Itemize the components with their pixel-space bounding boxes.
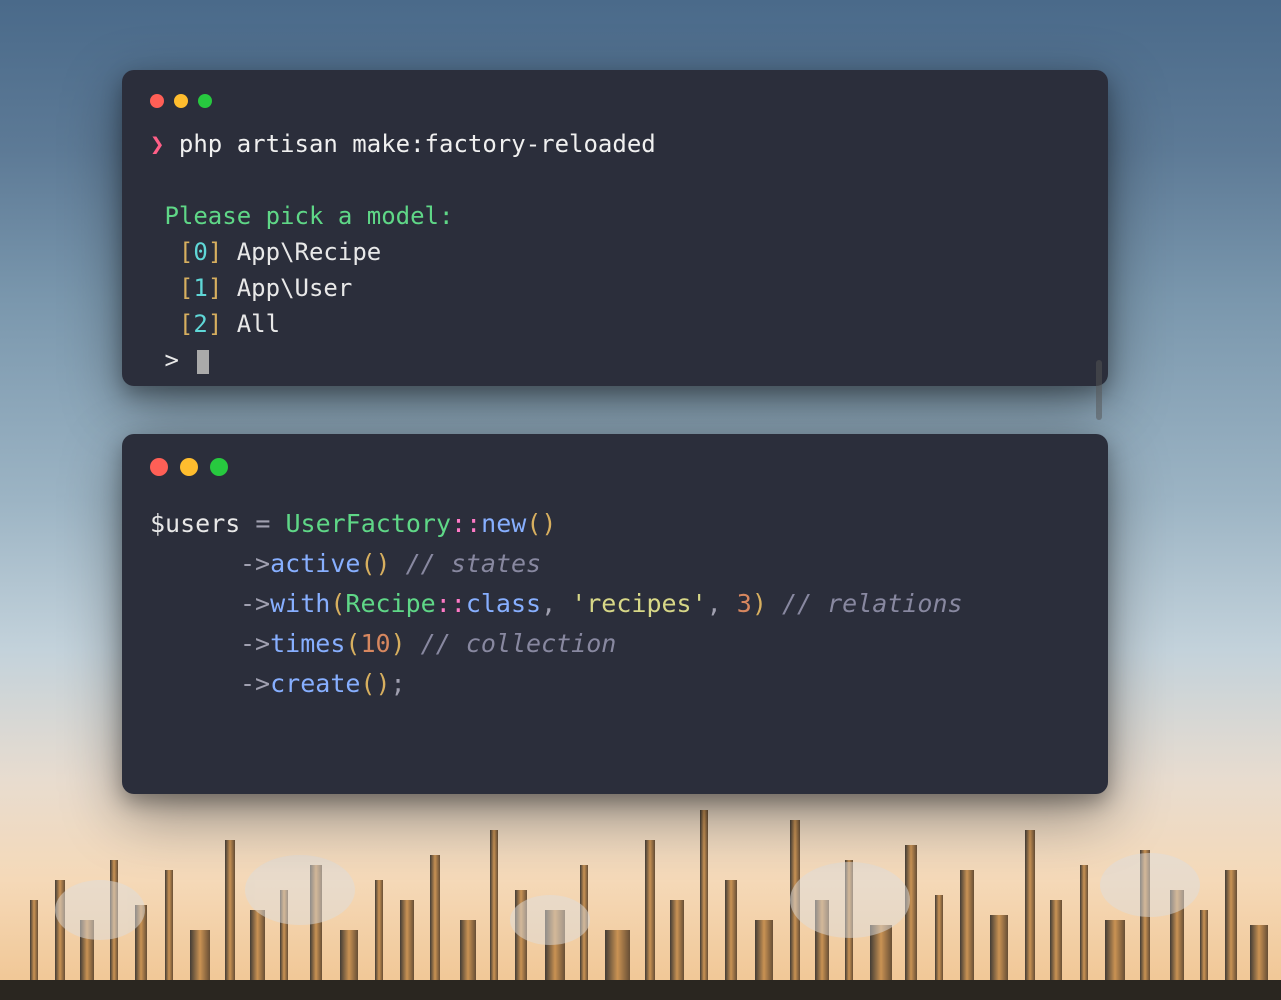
terminal-output[interactable]: ❯ php artisan make:factory-reloaded Plea…	[150, 126, 1080, 378]
model-option[interactable]: [1] App\User	[150, 270, 1080, 306]
scrollbar[interactable]	[1096, 360, 1102, 420]
command-text: php artisan make:factory-reloaded	[179, 130, 656, 158]
minimize-button[interactable]	[174, 94, 188, 108]
maximize-button[interactable]	[198, 94, 212, 108]
model-option[interactable]: [2] All	[150, 306, 1080, 342]
model-option[interactable]: [0] App\Recipe	[150, 234, 1080, 270]
cursor	[197, 350, 209, 374]
background-skyline	[0, 770, 1281, 1000]
code-line-2: ->active() // states	[150, 544, 1080, 584]
code-block[interactable]: $users = UserFactory::new() ->active() /…	[150, 504, 1080, 704]
terminal-window-code: $users = UserFactory::new() ->active() /…	[122, 434, 1108, 794]
prompt-symbol: ❯	[150, 130, 164, 158]
code-line-4: ->times(10) // collection	[150, 624, 1080, 664]
traffic-lights	[150, 458, 1080, 476]
code-line-1: $users = UserFactory::new()	[150, 504, 1080, 544]
close-button[interactable]	[150, 94, 164, 108]
terminal-window-command: ❯ php artisan make:factory-reloaded Plea…	[122, 70, 1108, 386]
code-line-3: ->with(Recipe::class, 'recipes', 3) // r…	[150, 584, 1080, 624]
close-button[interactable]	[150, 458, 168, 476]
minimize-button[interactable]	[180, 458, 198, 476]
maximize-button[interactable]	[210, 458, 228, 476]
prompt-header: Please pick a model:	[164, 202, 453, 230]
input-prompt: >	[164, 346, 178, 374]
code-line-5: ->create();	[150, 664, 1080, 704]
traffic-lights	[150, 94, 1080, 108]
